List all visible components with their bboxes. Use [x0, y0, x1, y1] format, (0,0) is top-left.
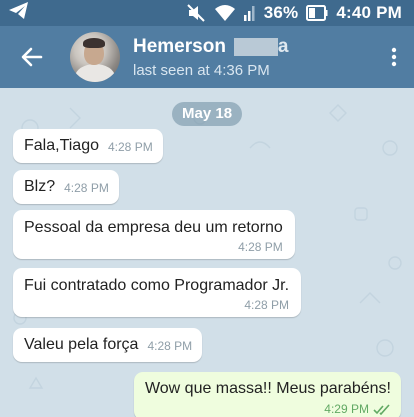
contact-name: Hemerson	[133, 36, 226, 57]
message-bubble-outgoing[interactable]: Wow que massa!! Meus parabéns! 4:29 PM	[133, 372, 401, 417]
back-button[interactable]	[0, 26, 64, 88]
more-options-button[interactable]	[374, 26, 414, 88]
telegram-icon	[8, 1, 30, 26]
chat-header: Hemerson a last seen at 4:36 PM	[0, 26, 414, 88]
message-time: 4:29 PM	[324, 402, 369, 416]
more-vert-icon	[391, 47, 397, 67]
back-arrow-icon	[21, 47, 43, 67]
battery-icon	[306, 5, 328, 21]
message-time: 4:28 PM	[108, 140, 153, 154]
name-redaction	[233, 38, 278, 56]
contact-name-tail: a	[277, 36, 289, 57]
message-text: Fui contratado como Programador Jr.	[24, 277, 290, 294]
wifi-icon	[214, 4, 236, 22]
message-text: Valeu pela força	[24, 336, 139, 353]
signal-icon	[243, 5, 256, 21]
last-seen-status: last seen at 4:36 PM	[133, 62, 270, 79]
status-time: 4:40 PM	[336, 3, 402, 22]
message-text: Blz?	[24, 178, 56, 195]
double-check-icon	[373, 403, 390, 415]
chat-area[interactable]: May 18 Fala,Tiago 4:28 PM Blz? 4:28 PM P…	[0, 88, 414, 417]
status-bar: 36% 4:40 PM	[0, 0, 414, 26]
mute-icon	[186, 3, 206, 23]
message-time: 4:28 PM	[238, 240, 283, 254]
message-bubble-incoming[interactable]: Pessoal da empresa deu um retorno 4:28 P…	[13, 210, 295, 259]
date-separator: May 18	[172, 102, 243, 126]
avatar[interactable]	[70, 32, 120, 82]
message-bubble-incoming[interactable]: Blz? 4:28 PM	[13, 170, 119, 204]
battery-percent: 36%	[263, 3, 299, 22]
message-time: 4:28 PM	[147, 339, 193, 353]
message-bubble-incoming[interactable]: Valeu pela força 4:28 PM	[13, 328, 203, 362]
message-time: 4:28 PM	[64, 181, 109, 195]
contact-info[interactable]: Hemerson a last seen at 4:36 PM	[133, 35, 374, 79]
message-text: Wow que massa!! Meus parabéns!	[144, 380, 391, 397]
message-time: 4:28 PM	[244, 298, 290, 312]
message-text: Pessoal da empresa deu um retorno	[24, 219, 283, 236]
message-text: Fala,Tiago	[24, 137, 99, 154]
message-bubble-incoming[interactable]: Fala,Tiago 4:28 PM	[13, 129, 163, 163]
message-bubble-incoming[interactable]: Fui contratado como Programador Jr. 4:28…	[13, 268, 302, 317]
